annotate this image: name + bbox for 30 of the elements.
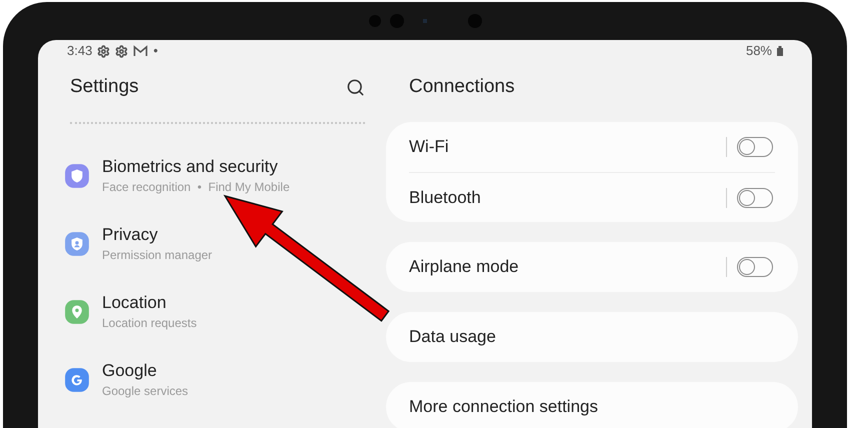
battery-level: 58%: [746, 42, 772, 60]
settings-item[interactable]: Location Location requests: [64, 278, 365, 346]
setting-label[interactable]: Airplane mode: [409, 254, 519, 280]
battery-icon: [777, 46, 783, 56]
item-title: Privacy: [102, 224, 159, 246]
item-subtitle: Face recognition • Find My Mobile: [102, 179, 290, 196]
item-title: Location: [102, 292, 168, 314]
search-icon[interactable]: [346, 78, 365, 96]
setting-label[interactable]: More connection settings: [409, 394, 598, 420]
item-subtitle: Google services: [102, 383, 188, 400]
settings-item[interactable]: Privacy Permission manager: [64, 210, 365, 278]
toggle-switch[interactable]: [737, 188, 773, 208]
settings-icon: [97, 44, 110, 58]
item-subtitle: Location requests: [102, 315, 197, 332]
setting-label[interactable]: Wi-Fi: [409, 134, 449, 160]
notification-dot: •: [153, 42, 158, 60]
setting-label[interactable]: Data usage: [409, 324, 496, 350]
settings-item[interactable]: Biometrics and security Face recognition • Find My Mobile: [64, 142, 365, 210]
toggle-switch[interactable]: [737, 137, 773, 157]
item-title: Google: [102, 360, 158, 382]
item-subtitle: Permission manager: [102, 247, 212, 264]
panel-title: Settings: [70, 74, 139, 99]
panel-title: Connections: [409, 74, 515, 99]
settings-icon: [115, 44, 128, 58]
settings-item[interactable]: Google Google services: [64, 346, 365, 414]
mail-icon: [133, 45, 148, 57]
setting-label[interactable]: Bluetooth: [409, 184, 481, 210]
toggle-switch[interactable]: [737, 257, 773, 277]
status-time: 3:43: [67, 42, 92, 60]
item-title: Biometrics and security: [102, 156, 279, 178]
